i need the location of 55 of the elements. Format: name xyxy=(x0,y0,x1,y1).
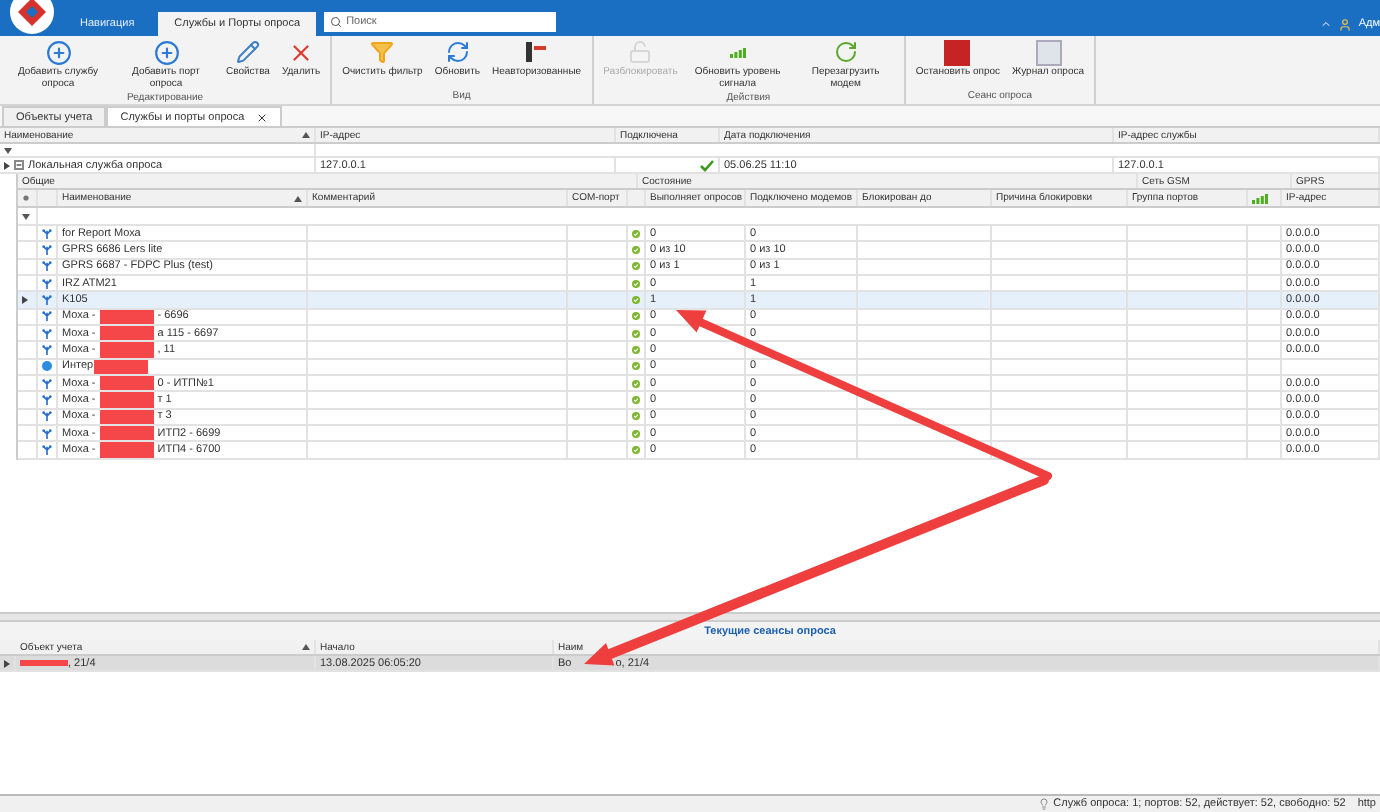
status-ok-icon xyxy=(632,310,640,323)
antenna-icon xyxy=(42,294,52,307)
antenna-icon xyxy=(42,244,52,257)
add-icon xyxy=(153,39,179,65)
sort-icon xyxy=(302,644,310,650)
signal-icon xyxy=(1252,193,1268,203)
antenna-icon xyxy=(42,427,52,440)
status-ok-icon xyxy=(632,327,640,340)
status-ok-icon xyxy=(632,344,640,357)
status-ok-icon xyxy=(632,227,640,240)
search-icon xyxy=(330,16,343,28)
antenna-icon xyxy=(42,344,52,357)
filter-icon xyxy=(370,40,395,64)
check-icon xyxy=(700,159,714,171)
add-icon xyxy=(45,39,71,65)
row-pointer-icon[interactable] xyxy=(22,296,28,305)
antenna-icon xyxy=(42,394,52,407)
lightbulb-icon xyxy=(1037,798,1050,810)
antenna-icon xyxy=(42,227,52,240)
status-ok-icon xyxy=(632,260,640,273)
pencil-icon xyxy=(235,40,260,64)
filter-row-icon xyxy=(22,213,30,219)
status-ok-icon xyxy=(632,377,640,390)
pin-icon xyxy=(22,194,30,202)
lock-icon xyxy=(628,40,653,64)
antenna-icon xyxy=(42,260,52,273)
sort-icon xyxy=(302,132,310,138)
status-ok-icon xyxy=(632,294,640,307)
antenna-icon xyxy=(42,310,52,323)
status-ok-icon xyxy=(632,360,640,373)
row-pointer-icon[interactable] xyxy=(4,161,10,169)
signal-icon xyxy=(729,47,746,57)
status-ok-icon xyxy=(632,427,640,440)
close-icon xyxy=(288,39,315,65)
stop-icon xyxy=(944,39,971,65)
antenna-icon xyxy=(42,377,52,390)
status-ok-icon xyxy=(632,410,640,423)
user-icon xyxy=(1338,17,1353,31)
reload-icon xyxy=(833,40,858,64)
collapse-icon xyxy=(1320,18,1333,30)
collapse-icon[interactable] xyxy=(14,160,24,170)
antenna-icon xyxy=(42,277,52,290)
journal-icon xyxy=(1035,39,1062,65)
sort-icon xyxy=(294,195,302,201)
row-pointer-icon[interactable] xyxy=(4,659,10,667)
antenna-icon xyxy=(42,327,52,340)
antenna-icon xyxy=(42,444,52,457)
antenna-icon xyxy=(42,410,52,423)
status-ok-icon xyxy=(632,444,640,457)
globe-icon xyxy=(42,360,52,373)
status-ok-icon xyxy=(632,277,640,290)
status-ok-icon xyxy=(632,244,640,257)
refresh-icon xyxy=(445,40,470,64)
status-ok-icon xyxy=(632,394,640,407)
close-icon[interactable] xyxy=(256,111,269,123)
